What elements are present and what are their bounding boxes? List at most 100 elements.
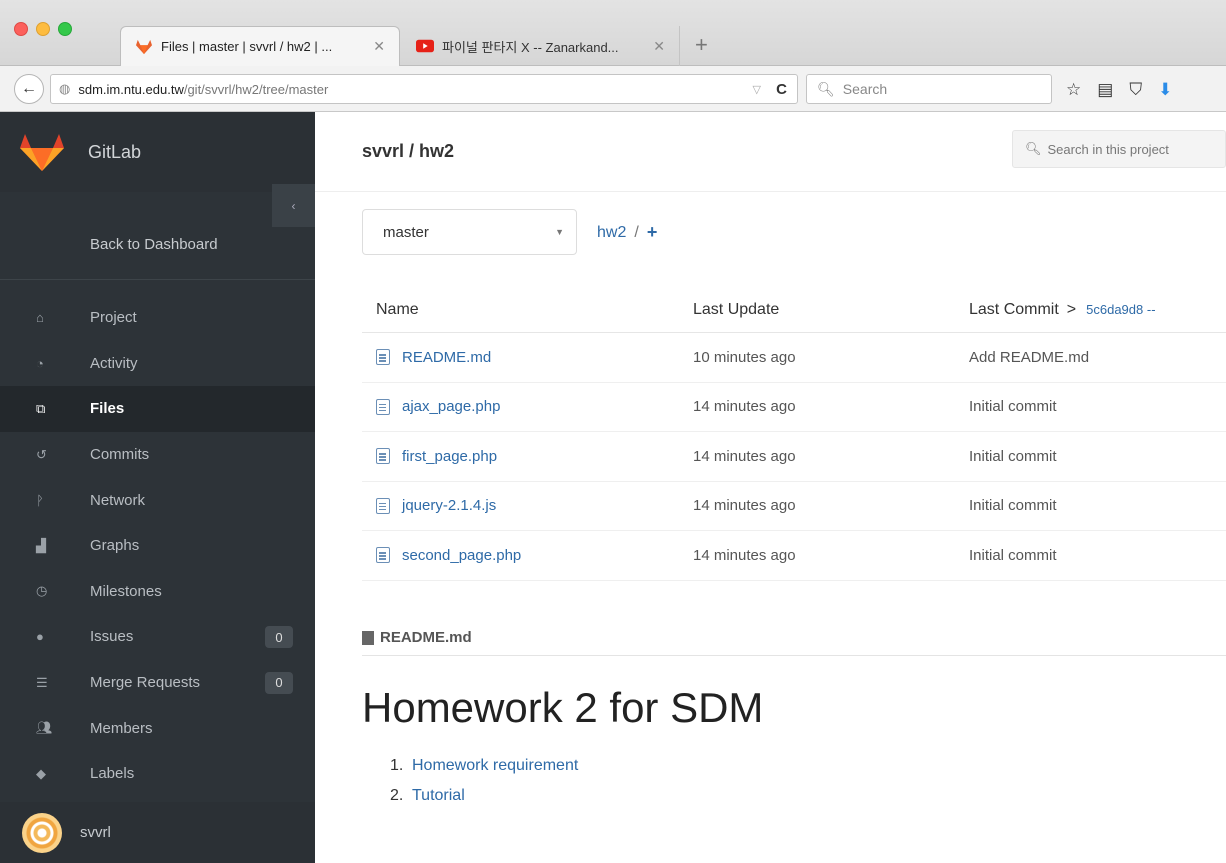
gitlab-favicon-icon [136,39,152,54]
sidebar-item-labels[interactable]: ◆ Labels [0,751,315,797]
tab-close-icon[interactable]: ✕ [373,38,385,55]
sidebar-item-issues[interactable]: ● Issues 0 [0,614,315,660]
file-icon [376,398,390,415]
list-item: 1. Homework requirement [390,757,578,787]
file-updated: 14 minutes ago [693,497,796,515]
column-last-update: Last Update [693,300,780,318]
sidebar-item-commits[interactable]: ↺ Commits [0,432,315,478]
tab-youtube[interactable]: 파이널 판타지 X -- Zanarkand... ✕ [402,26,680,66]
pocket-icon[interactable]: ⛉ [1129,80,1142,100]
file-link[interactable]: jquery-2.1.4.js [362,497,693,514]
sidebar-item-milestones[interactable]: ◷ Milestones [0,569,315,615]
reading-list-icon[interactable]: ▤ [1097,80,1113,100]
url-path: /git/svvrl/hw2/tree/master [183,81,329,97]
sidebar-item-members[interactable]: 👥︎ Members [0,705,315,751]
file-link[interactable]: ajax_page.php [362,398,693,415]
branch-select[interactable]: master ▼ [362,209,577,255]
url-dropdown-icon[interactable]: ▽ [753,83,761,96]
exclamation-icon: ● [36,629,44,645]
tutorial-link[interactable]: Tutorial [412,787,465,817]
breadcrumb-separator: / [634,223,639,241]
home-icon: ⌂ [36,310,44,326]
url-host: sdm.im.ntu.edu.tw [78,81,184,97]
column-name: Name [376,300,419,318]
sidebar-item-label: Network [90,491,146,509]
readme-title: Homework 2 for SDM [362,684,764,731]
tag-icon: ◆ [36,765,46,781]
download-icon[interactable]: ⬇ [1158,80,1172,100]
sidebar-item-merge-requests[interactable]: ☰ Merge Requests 0 [0,660,315,706]
file-updated: 14 minutes ago [693,447,796,465]
file-commit-message[interactable]: Initial commit [969,497,1226,514]
minimize-window-button[interactable] [36,22,50,36]
sidebar-item-label: Project [90,309,137,327]
collapse-sidebar-button[interactable]: ‹ [272,184,315,227]
browser-window: Files | master | svvrl / hw2 | ... ✕ 파이널… [0,0,1226,863]
search-placeholder: Search [842,81,888,97]
tab-title: Files | master | svvrl / hw2 | ... [161,39,333,54]
commit-arrow: > [1066,300,1077,318]
sidebar-item-label: Graphs [90,537,140,555]
sidebar-item-files[interactable]: ⧉ Files [0,386,315,432]
file-commit-message[interactable]: Initial commit [969,448,1226,465]
youtube-favicon-icon [416,39,434,53]
gitlab-logo-icon [20,134,64,171]
sidebar-item-label: Commits [90,446,150,464]
reload-icon[interactable]: C [776,81,787,98]
back-to-dashboard-link[interactable]: Back to Dashboard [90,236,218,253]
sidebar-item-graphs[interactable]: ▟ Graphs [0,523,315,569]
file-icon [376,448,390,465]
page-title[interactable]: svvrl / hw2 [362,141,454,162]
add-file-button[interactable]: + [647,222,658,243]
tab-close-icon[interactable]: ✕ [653,38,665,55]
homework-requirement-link[interactable]: Homework requirement [412,757,578,787]
file-commit-message[interactable]: Initial commit [969,398,1226,415]
file-name: README.md [402,348,492,366]
project-search-input[interactable]: 🔍︎ Search in this project [1012,130,1226,168]
commit-sha-link[interactable]: 5c6da9d8 -- [1086,302,1155,317]
window-controls [14,22,72,36]
sidebar-menu: ⌂ Project ◔ Activity ⧉ Files ↺ Commits ᚹ… [0,295,315,797]
file-link[interactable]: second_page.php [362,547,693,564]
maximize-window-button[interactable] [58,22,72,36]
sidebar-item-label: Members [90,719,153,737]
file-link[interactable]: README.md [362,349,693,366]
branch-name: master [383,223,429,241]
readme-filename: README.md [380,629,472,646]
address-bar[interactable]: ◍ sdm.im.ntu.edu.tw/git/svvrl/hw2/tree/m… [50,74,798,104]
breadcrumb-root-link[interactable]: hw2 [597,224,626,242]
user-profile[interactable]: svvrl [0,802,315,863]
file-updated: 14 minutes ago [693,398,796,416]
file-link[interactable]: first_page.php [362,448,693,465]
sidebar-item-network[interactable]: ᚹ Network [0,477,315,523]
sidebar-item-label: Merge Requests [90,674,201,692]
project-header: svvrl / hw2 🔍︎ Search in this project [315,112,1226,192]
navigation-bar: ← ◍ sdm.im.ntu.edu.tw/git/svvrl/hw2/tree… [0,66,1226,112]
file-icon [376,547,390,564]
file-commit-message[interactable]: Initial commit [969,547,1226,564]
sidebar-item-label: Issues [90,628,134,646]
chevron-down-icon: ▼ [555,227,564,237]
list-number: 1. [390,757,404,774]
list-number: 2. [390,787,404,804]
sidebar-item-activity[interactable]: ◔ Activity [0,341,315,387]
new-tab-button[interactable]: + [695,32,708,58]
table-row: first_page.php 14 minutes ago Initial co… [362,432,1226,482]
column-last-commit: Last Commit > 5c6da9d8 -- [969,301,1226,319]
sidebar-item-project[interactable]: ⌂ Project [0,295,315,341]
bookmark-star-icon[interactable]: ☆ [1066,80,1081,100]
readme-header: README.md [362,620,1226,656]
file-updated: 14 minutes ago [693,546,796,564]
breadcrumb: hw2 / + [597,222,657,243]
graph-icon: ▟ [36,537,46,553]
sidebar-header[interactable]: GitLab [0,112,315,192]
sidebar-item-label: Files [90,400,125,418]
tab-gitlab-files[interactable]: Files | master | svvrl / hw2 | ... ✕ [120,26,400,66]
close-window-button[interactable] [14,22,28,36]
readme-list: 1. Homework requirement 2. Tutorial [390,757,578,817]
file-name: jquery-2.1.4.js [402,497,497,515]
browser-search-input[interactable]: 🔍︎ Search [806,74,1052,104]
back-button[interactable]: ← [14,74,44,104]
file-commit-message[interactable]: Add README.md [969,349,1226,366]
toolbar-icons: ☆ ▤ ⛉ ⬇ [1066,80,1172,100]
